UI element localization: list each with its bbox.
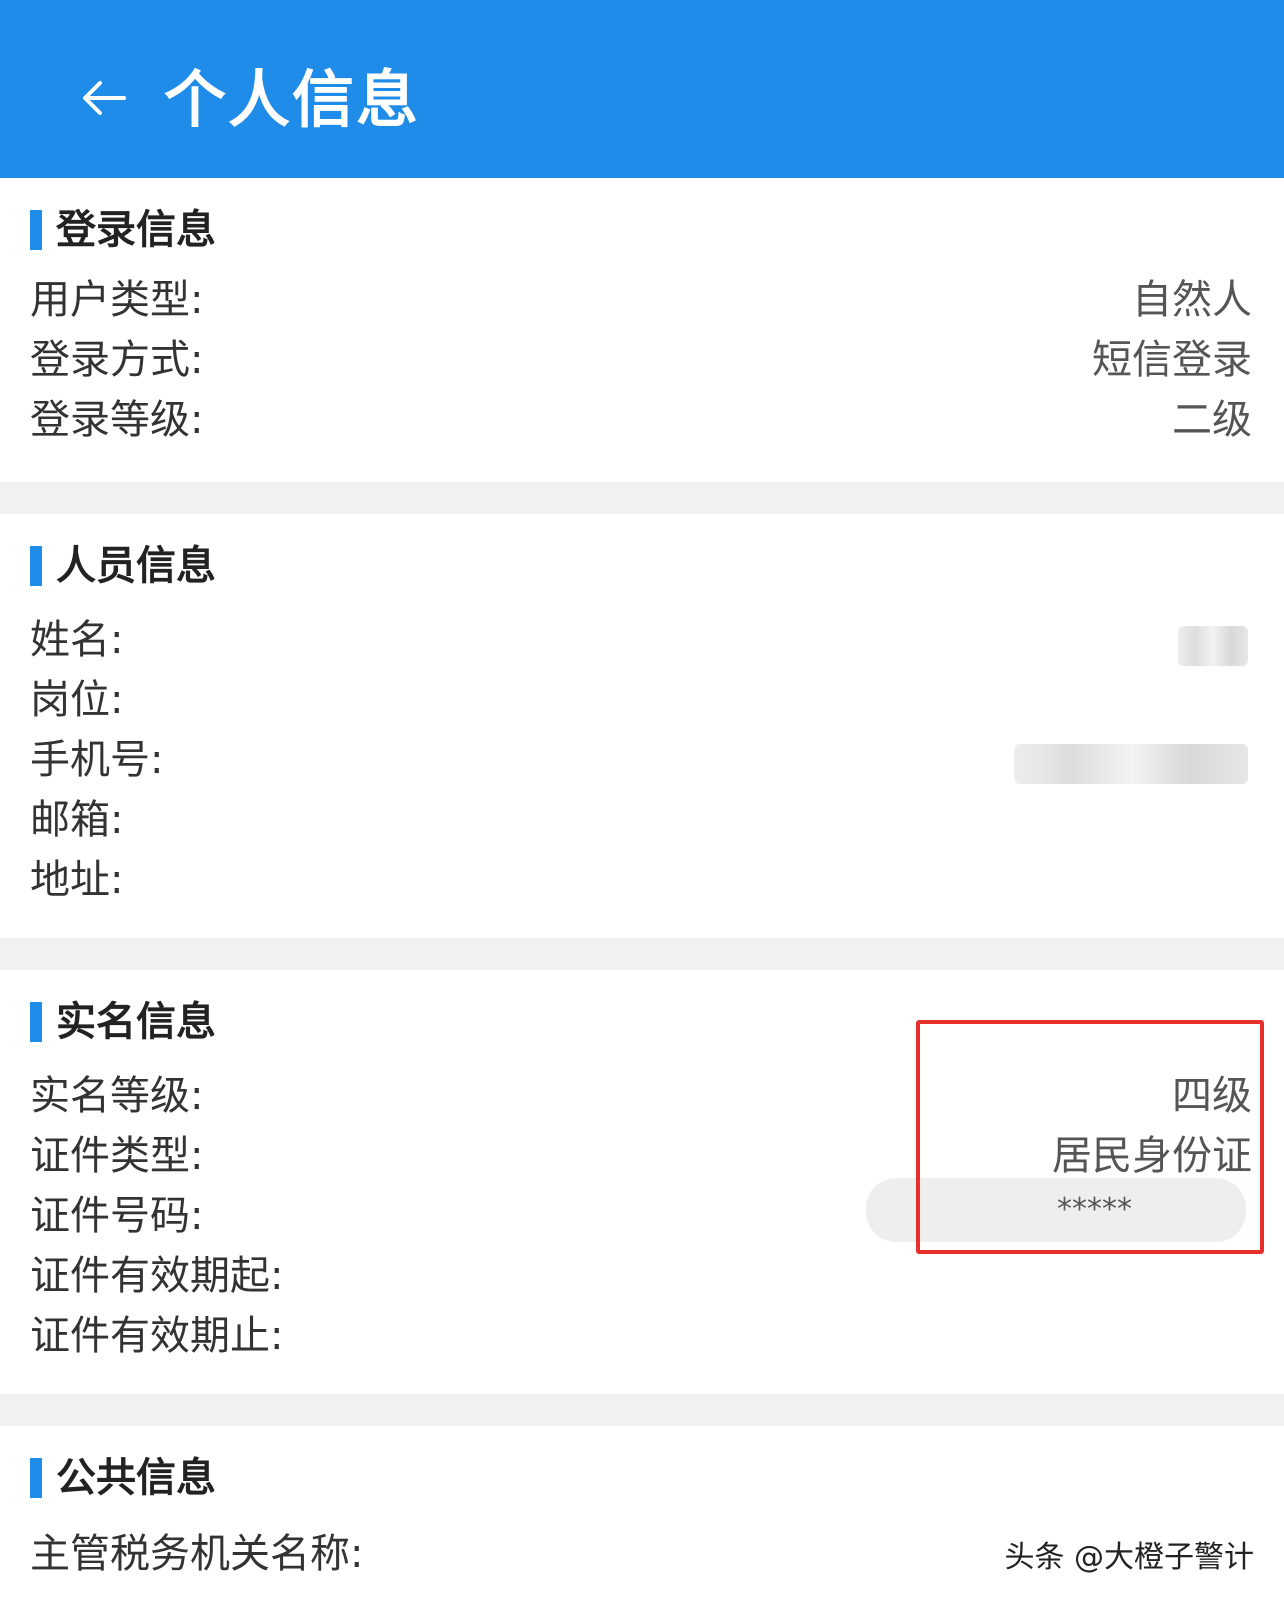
row-label: 证件号码: <box>30 1193 204 1239</box>
row-value: 二级 <box>1172 397 1252 443</box>
section-divider <box>0 938 1284 970</box>
row-name: 姓名: <box>30 612 1252 668</box>
section-title-text: 登录信息 <box>56 207 216 253</box>
login-info-heading: 登录信息 <box>30 208 216 252</box>
row-label: 姓名: <box>30 617 124 663</box>
row-email: 邮箱: <box>30 792 1252 848</box>
login-info-section: 登录信息 用户类型: 自然人 登录方式: 短信登录 登录等级: 二级 <box>0 178 1284 482</box>
row-id-valid-to: 证件有效期止: <box>30 1308 1252 1364</box>
section-divider <box>0 482 1284 514</box>
app-header: 个人信息 <box>0 0 1284 178</box>
highlight-annotation-box <box>916 1020 1264 1254</box>
row-label: 岗位: <box>30 677 124 723</box>
row-login-level: 登录等级: 二级 <box>30 392 1252 448</box>
section-accent-bar <box>30 210 42 250</box>
row-label: 登录等级: <box>30 397 204 443</box>
row-label: 证件有效期起: <box>30 1253 284 1299</box>
row-position: 岗位: <box>30 672 1252 728</box>
row-value: 自然人 <box>1132 277 1252 323</box>
row-id-valid-from: 证件有效期起: <box>30 1248 1252 1304</box>
public-info-heading: 公共信息 <box>30 1456 216 1500</box>
row-label: 证件类型: <box>30 1133 204 1179</box>
row-login-method: 登录方式: 短信登录 <box>30 332 1252 388</box>
row-label: 登录方式: <box>30 337 204 383</box>
page-title: 个人信息 <box>164 63 421 136</box>
realname-info-heading: 实名信息 <box>30 1000 216 1044</box>
row-label: 主管税务机关名称: <box>30 1531 364 1577</box>
section-accent-bar <box>30 546 42 586</box>
redacted-name-blur <box>1178 626 1248 666</box>
section-accent-bar <box>30 1458 42 1498</box>
row-label: 地址: <box>30 857 124 903</box>
section-title-text: 实名信息 <box>56 999 216 1045</box>
watermark-text: 头条 @大橙子警计 <box>1004 1540 1254 1575</box>
row-label: 证件有效期止: <box>30 1313 284 1359</box>
row-label: 实名等级: <box>30 1073 204 1119</box>
row-address: 地址: <box>30 852 1252 908</box>
row-label: 用户类型: <box>30 277 204 323</box>
section-divider <box>0 1394 1284 1426</box>
section-accent-bar <box>30 1002 42 1042</box>
person-info-section: 人员信息 姓名: 岗位: 手机号: 邮箱: 地址: <box>0 514 1284 938</box>
section-title-text: 公共信息 <box>56 1455 216 1501</box>
row-label: 邮箱: <box>30 797 124 843</box>
redacted-phone-blur <box>1014 744 1248 784</box>
section-title-text: 人员信息 <box>56 543 216 589</box>
back-arrow-icon[interactable] <box>78 72 130 124</box>
row-user-type: 用户类型: 自然人 <box>30 272 1252 328</box>
row-label: 手机号: <box>30 737 164 783</box>
row-value: 短信登录 <box>1092 337 1252 383</box>
person-info-heading: 人员信息 <box>30 544 216 588</box>
